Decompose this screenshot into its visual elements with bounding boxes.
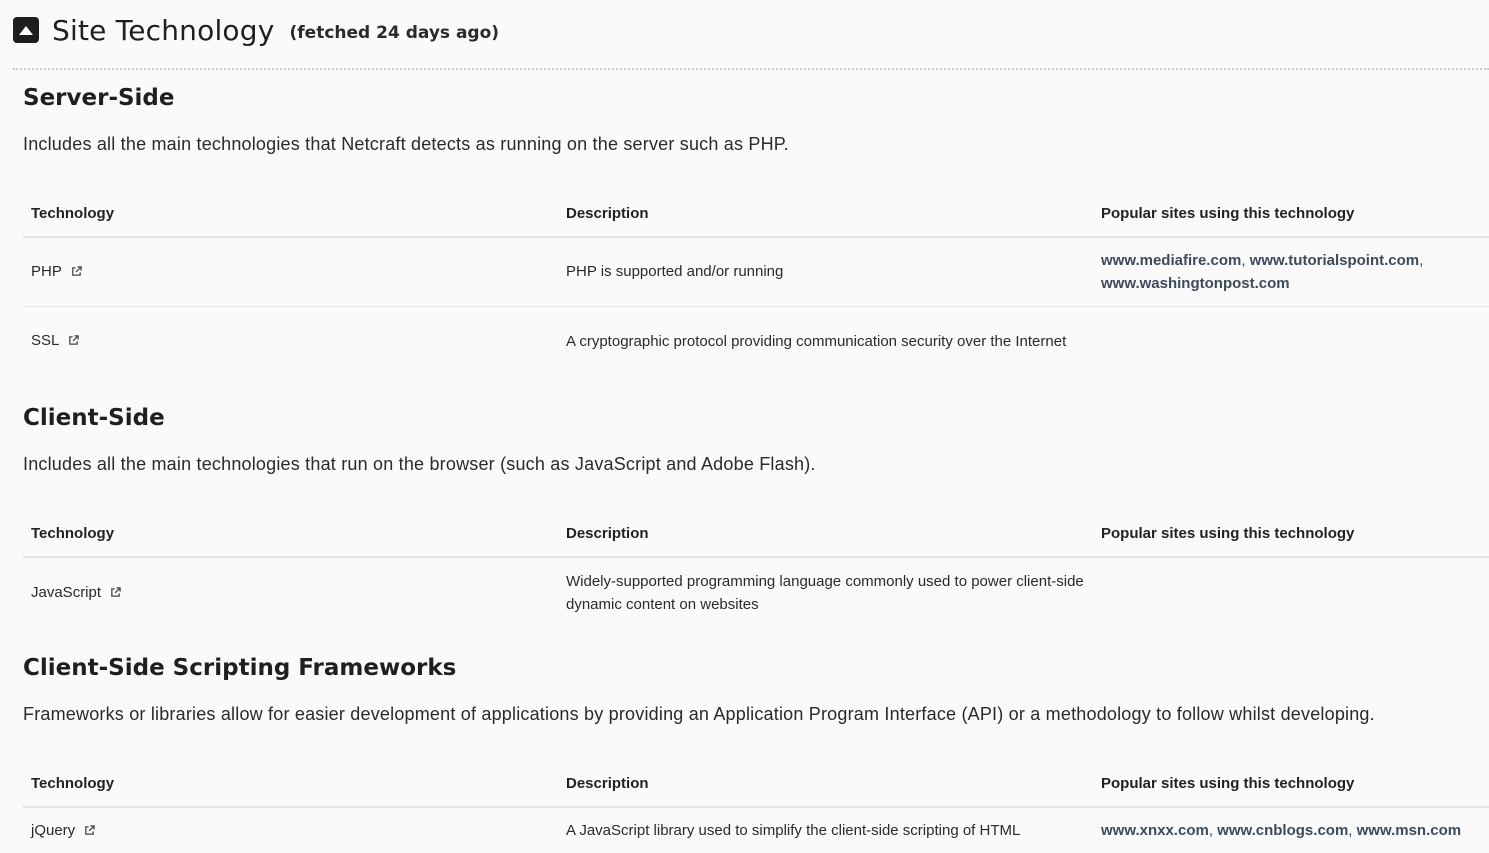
section-client-side: Client-Side Includes all the main techno…: [23, 402, 1489, 613]
popular-sites-cell: www.xnxx.com, www.cnblogs.com, www.msn.c…: [1101, 822, 1462, 839]
site-link[interactable]: www.xnxx.com: [1101, 822, 1209, 839]
section-intro: Includes all the main technologies that …: [23, 134, 789, 154]
column-header-popular-sites: Popular sites using this technology: [1093, 510, 1489, 558]
description-cell: A JavaScript library used to simplify th…: [566, 822, 1021, 839]
technology-name: PHP: [31, 262, 62, 280]
caret-up-icon: [19, 25, 33, 35]
section-intro: Frameworks or libraries allow for easier…: [23, 704, 1375, 724]
page-title: Site Technology: [52, 13, 275, 47]
collapse-toggle-button[interactable]: [13, 17, 39, 43]
table-row: JavaScript Widely-supported programming …: [23, 557, 1489, 627]
technology-name: jQuery: [31, 821, 76, 839]
external-link-icon[interactable]: [110, 582, 121, 605]
column-header-popular-sites: Popular sites using this technology: [1093, 760, 1489, 808]
section-intro: Includes all the main technologies that …: [23, 454, 816, 474]
popular-sites-cell: [1093, 306, 1489, 376]
site-link[interactable]: www.tutorialspoint.com: [1250, 252, 1419, 269]
technology-table: Technology Description Popular sites usi…: [23, 190, 1489, 376]
table-row: PHP PHP is supported and/or running www.…: [23, 237, 1489, 307]
section-header: Site Technology (fetched 24 days ago): [13, 10, 499, 50]
section-client-side-scripting-frameworks: Client-Side Scripting Frameworks Framewo…: [23, 652, 1489, 839]
section-server-side: Server-Side Includes all the main techno…: [23, 82, 1489, 350]
site-link[interactable]: www.msn.com: [1357, 822, 1461, 839]
description-cell: Widely-supported programming language co…: [566, 572, 1084, 613]
popular-sites-cell: www.mediafire.com, www.tutorialspoint.co…: [1093, 237, 1489, 307]
column-header-technology: Technology: [23, 190, 558, 238]
section-title: Client-Side Scripting Frameworks: [23, 655, 457, 681]
fetched-age: (fetched 24 days ago): [289, 23, 500, 43]
column-header-description: Description: [558, 190, 1093, 238]
technology-table: Technology Description Popular sites usi…: [23, 510, 1489, 627]
table-header-row: Technology Description Popular sites usi…: [23, 510, 1489, 558]
external-link-icon[interactable]: [68, 330, 80, 353]
description-cell: PHP is supported and/or running: [558, 237, 1093, 307]
table-row: jQuery A JavaScript library used to simp…: [23, 807, 1489, 853]
technology-name: JavaScript: [31, 583, 102, 601]
site-link[interactable]: www.cnblogs.com: [1217, 822, 1348, 839]
external-link-icon[interactable]: [84, 820, 95, 843]
table-row: SSL A cryptographic protocol providing c…: [23, 306, 1489, 376]
section-title: Server-Side: [23, 85, 175, 111]
table-header-row: Technology Description Popular sites usi…: [23, 760, 1489, 808]
technology-cell: jQuery: [23, 807, 558, 853]
column-header-technology: Technology: [23, 510, 558, 558]
description-cell: A cryptographic protocol providing commu…: [566, 332, 1067, 350]
table-header-row: Technology Description Popular sites usi…: [23, 190, 1489, 238]
technology-cell: SSL: [23, 306, 558, 376]
technology-table: Technology Description Popular sites usi…: [23, 760, 1489, 853]
site-link[interactable]: www.mediafire.com: [1101, 252, 1241, 269]
section-title: Client-Side: [23, 405, 165, 431]
external-link-icon[interactable]: [71, 261, 82, 284]
technology-cell: JavaScript: [23, 557, 558, 627]
column-header-popular-sites: Popular sites using this technology: [1093, 190, 1489, 238]
column-header-description: Description: [558, 760, 1093, 808]
header-divider: [13, 68, 1489, 70]
technology-name: SSL: [31, 332, 60, 350]
column-header-technology: Technology: [23, 760, 558, 808]
popular-sites-cell: [1093, 557, 1489, 627]
site-link[interactable]: www.washingtonpost.com: [1101, 275, 1290, 292]
column-header-description: Description: [558, 510, 1093, 558]
technology-cell: PHP: [23, 237, 558, 307]
